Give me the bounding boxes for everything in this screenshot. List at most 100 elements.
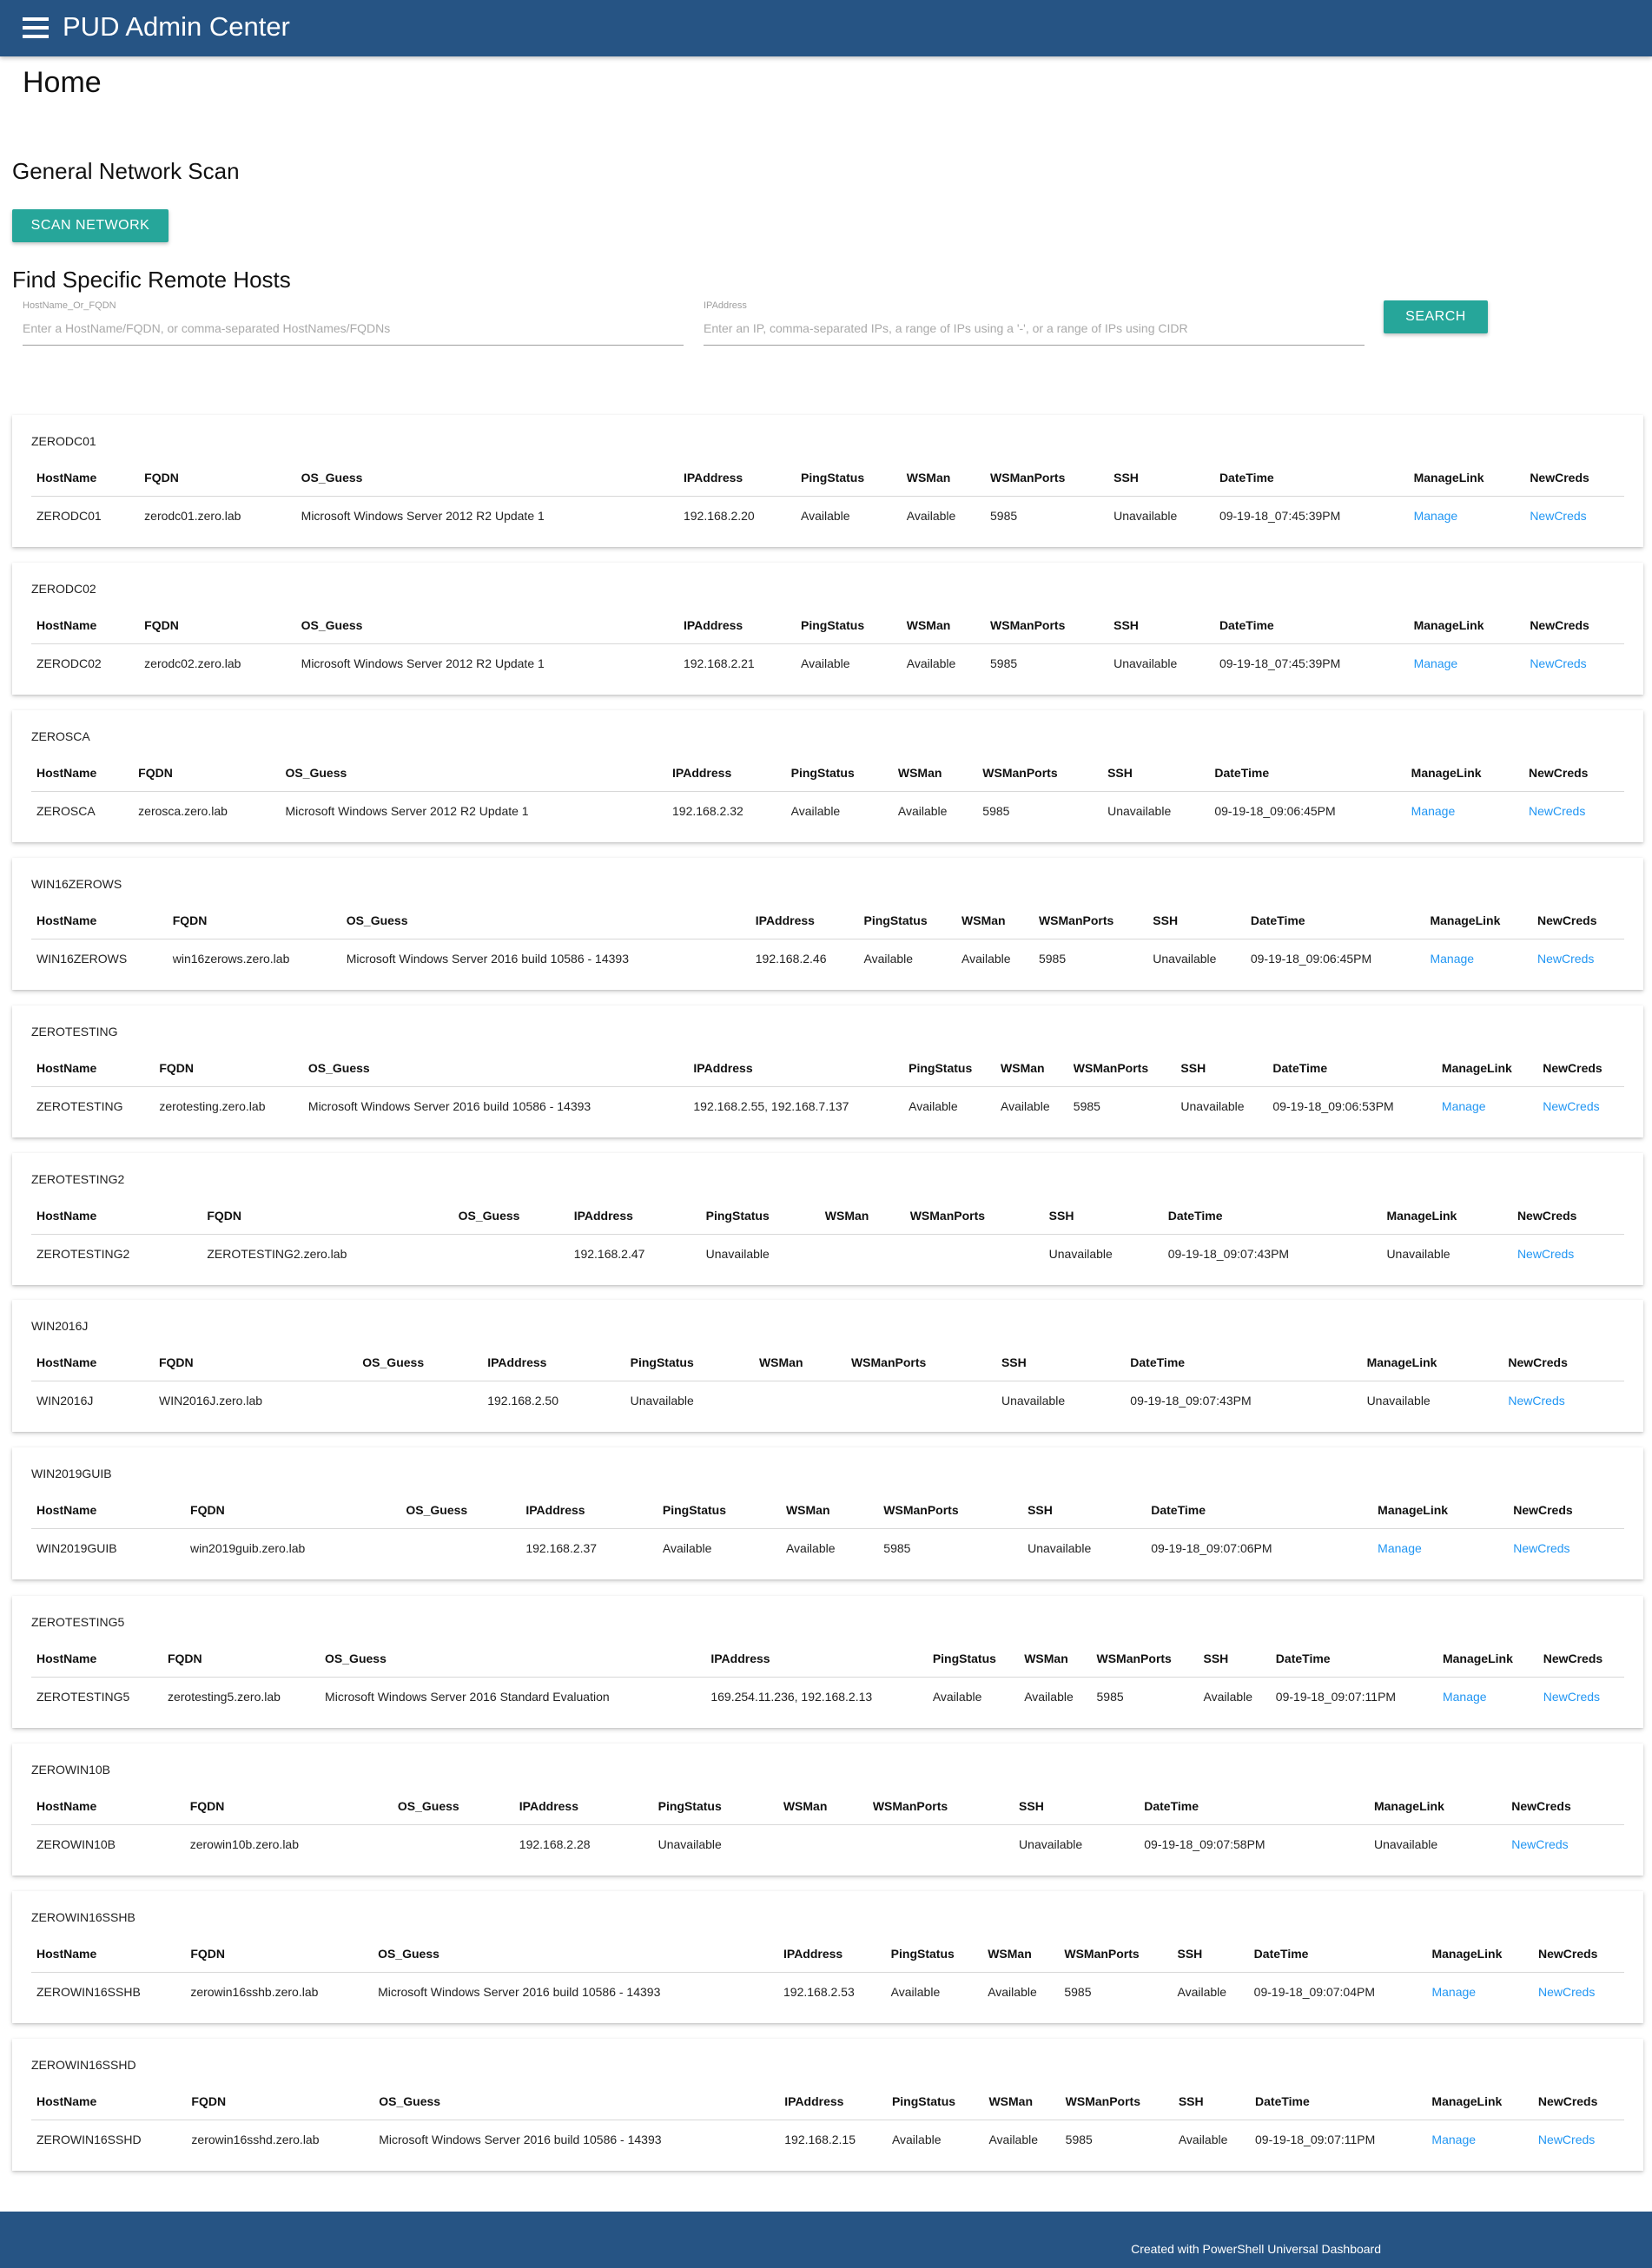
- cell-managelink: Manage: [1437, 1087, 1537, 1125]
- column-header-wsmanports: WSManPorts: [904, 1197, 1044, 1235]
- scan-network-button[interactable]: SCAN NETWORK: [12, 209, 169, 242]
- column-header-fqdn: FQDN: [202, 1197, 453, 1235]
- cell-ssh: Unavailable: [1048, 1246, 1113, 1261]
- column-header-fqdn: FQDN: [162, 1639, 320, 1678]
- column-header-newcreds: NewCreds: [1524, 458, 1624, 497]
- table-row: ZEROWIN16SSHB zerowin16sshb.zero.lab Micro…: [31, 1973, 1624, 2011]
- newcreds-link[interactable]: NewCreds: [1517, 1247, 1574, 1261]
- newcreds-link[interactable]: NewCreds: [1538, 1985, 1595, 1999]
- manage-link[interactable]: Manage: [1431, 1985, 1476, 1999]
- cell-wsmanports: 5985: [990, 656, 1018, 670]
- cell-ssh: Unavailable: [1180, 1098, 1245, 1113]
- manage-link[interactable]: Manage: [1430, 952, 1474, 966]
- column-header-wsman: WSMan: [1019, 1639, 1092, 1678]
- ip-input[interactable]: [704, 318, 1365, 346]
- cell-managelink: Manage: [1409, 644, 1525, 682]
- cell-wsmanports: 5985: [1096, 1689, 1124, 1704]
- cell-ipaddress: 192.168.2.20: [683, 508, 755, 523]
- cell-ssh: Unavailable: [1153, 951, 1217, 966]
- column-header-fqdn: FQDN: [184, 1787, 393, 1825]
- cell-datetime: 09-19-18_09:07:58PM: [1144, 1836, 1265, 1851]
- newcreds-link[interactable]: NewCreds: [1530, 656, 1586, 670]
- search-button[interactable]: SEARCH: [1384, 300, 1488, 333]
- manage-link[interactable]: Manage: [1411, 804, 1456, 818]
- host-card-title: WIN2016J: [31, 1319, 89, 1333]
- host-card: WIN2019GUIB HostName FQDN OS_Guess IPAddress…: [12, 1447, 1643, 1579]
- host-card-title: ZEROTESTING5: [31, 1615, 125, 1629]
- cell-managelink: Unavailable: [1386, 1246, 1450, 1261]
- newcreds-link[interactable]: NewCreds: [1543, 1099, 1599, 1113]
- newcreds-link[interactable]: NewCreds: [1529, 804, 1585, 818]
- host-table: HostName FQDN OS_Guess IPAddress PingStatus W…: [31, 606, 1624, 682]
- hostname-input[interactable]: [23, 318, 684, 346]
- manage-link[interactable]: Manage: [1414, 509, 1458, 523]
- column-header-wsmanports: WSManPorts: [1033, 901, 1148, 940]
- table-row: ZEROWIN10B zerowin10b.zero.lab 192.168.2.2…: [31, 1825, 1624, 1863]
- column-header-fqdn: FQDN: [185, 1935, 373, 1973]
- cell-hostname: ZERODC02: [36, 656, 102, 670]
- host-card-title: ZEROSCA: [31, 729, 90, 743]
- cell-datetime: 09-19-18_07:45:39PM: [1219, 656, 1341, 670]
- host-card: WIN16ZEROWS HostName FQDN OS_Guess IPAddress…: [12, 858, 1643, 990]
- column-header-fqdn: FQDN: [186, 2082, 374, 2120]
- column-header-os_guess: OS_Guess: [392, 1787, 514, 1825]
- manage-link[interactable]: Manage: [1431, 2133, 1476, 2146]
- column-header-newcreds: NewCreds: [1511, 1197, 1624, 1235]
- cell-wsman: Available: [988, 2132, 1039, 2146]
- cell-ipaddress: 192.168.2.37: [525, 1540, 598, 1555]
- cell-wsman: [820, 1235, 905, 1273]
- table-header-row: HostName FQDN OS_Guess IPAddress PingStatus W…: [31, 1491, 1624, 1529]
- cell-managelink: Manage: [1406, 792, 1523, 830]
- column-header-pingstatus: PingStatus: [785, 754, 893, 792]
- column-header-wsman: WSMan: [901, 606, 986, 644]
- column-header-datetime: DateTime: [1213, 606, 1409, 644]
- newcreds-link[interactable]: NewCreds: [1537, 952, 1594, 966]
- menu-icon[interactable]: [23, 17, 49, 38]
- manage-link[interactable]: Manage: [1378, 1541, 1422, 1555]
- manage-link[interactable]: Manage: [1414, 656, 1458, 670]
- column-header-hostname: HostName: [31, 1491, 186, 1529]
- newcreds-link[interactable]: NewCreds: [1513, 1541, 1569, 1555]
- cell-wsman: Available: [906, 656, 956, 670]
- column-header-datetime: DateTime: [1270, 1639, 1437, 1678]
- cell-ssh: Unavailable: [1107, 803, 1172, 818]
- column-header-managelink: ManageLink: [1405, 754, 1523, 792]
- newcreds-link[interactable]: NewCreds: [1530, 509, 1586, 523]
- column-header-managelink: ManageLink: [1408, 606, 1525, 644]
- cell-os_guess: Microsoft Windows Server 2016 build 1058…: [378, 1984, 661, 1999]
- cell-wsmanports: [868, 1825, 1014, 1863]
- cell-wsman: Available: [906, 508, 956, 523]
- cell-wsman: [778, 1825, 868, 1863]
- column-header-ipaddress: IPAddress: [667, 754, 786, 792]
- column-header-os_guess: OS_Guess: [357, 1343, 483, 1381]
- column-header-newcreds: NewCreds: [1508, 1491, 1624, 1529]
- column-header-hostname: HostName: [31, 1343, 154, 1381]
- column-header-hostname: HostName: [31, 1049, 155, 1087]
- cell-hostname: ZEROSCA: [36, 803, 96, 818]
- cell-hostname: ZEROTESTING2: [36, 1246, 130, 1261]
- newcreds-link[interactable]: NewCreds: [1538, 2133, 1595, 2146]
- cell-os_guess: [357, 1381, 482, 1420]
- table-row: WIN16ZEROWS win16zerows.zero.lab Microsoft…: [31, 940, 1624, 978]
- ip-field-label: IPAddress: [704, 300, 747, 311]
- column-header-datetime: DateTime: [1248, 1935, 1427, 1973]
- newcreds-link[interactable]: NewCreds: [1543, 1690, 1600, 1704]
- manage-link[interactable]: Manage: [1443, 1690, 1487, 1704]
- newcreds-link[interactable]: NewCreds: [1511, 1837, 1568, 1851]
- manage-link[interactable]: Manage: [1442, 1099, 1486, 1113]
- newcreds-link[interactable]: NewCreds: [1508, 1394, 1564, 1408]
- column-header-ssh: SSH: [1175, 1049, 1268, 1087]
- table-header-row: HostName FQDN OS_Guess IPAddress PingStatus W…: [31, 1935, 1624, 1973]
- cell-pingstatus: Available: [801, 656, 850, 670]
- column-header-wsman: WSMan: [956, 901, 1034, 940]
- column-header-managelink: ManageLink: [1436, 1049, 1538, 1087]
- host-table: HostName FQDN OS_Guess IPAddress PingStatus W…: [31, 754, 1624, 829]
- cell-fqdn: zerotesting.zero.lab: [159, 1098, 266, 1113]
- column-header-wsmanports: WSManPorts: [977, 754, 1103, 792]
- column-header-datetime: DateTime: [1245, 901, 1425, 940]
- host-card: ZEROWIN16SSHD HostName FQDN OS_Guess IPAddre…: [12, 2039, 1643, 2171]
- cell-managelink: Manage: [1372, 1529, 1508, 1567]
- cell-wsmanports: 5985: [990, 508, 1018, 523]
- column-header-pingstatus: PingStatus: [624, 1343, 754, 1381]
- column-header-ipaddress: IPAddress: [705, 1639, 928, 1678]
